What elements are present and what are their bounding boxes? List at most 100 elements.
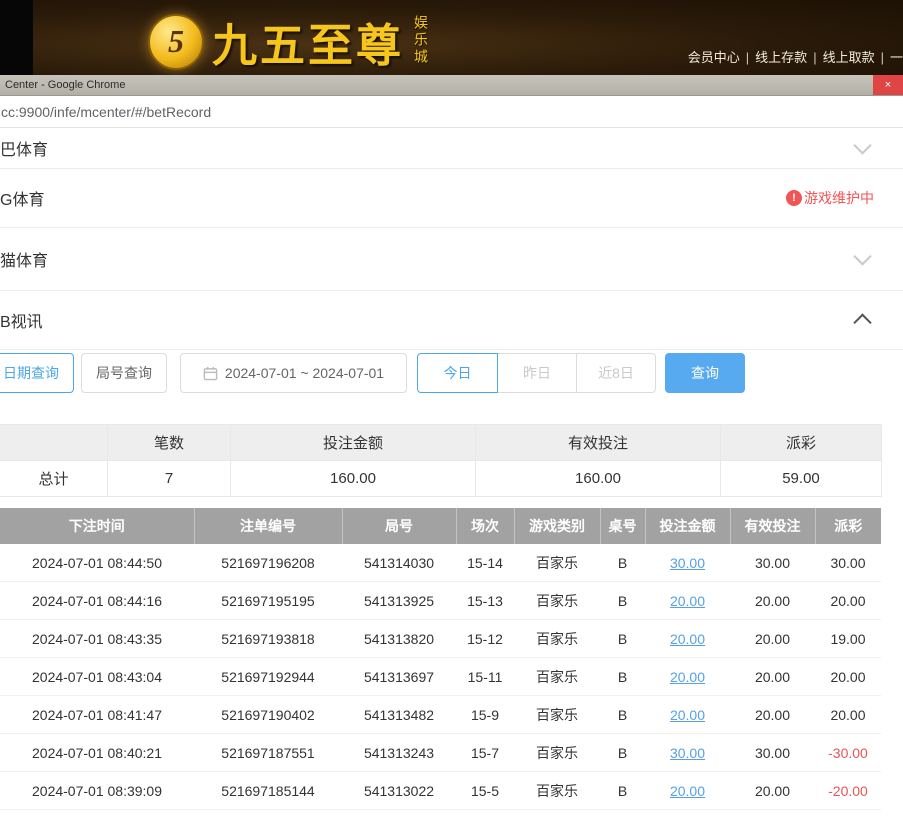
chevron-down-icon bbox=[853, 136, 871, 154]
payout-cell: -30.00 bbox=[815, 734, 881, 772]
bet-amount-cell: 30.00 bbox=[645, 544, 730, 582]
bet-amount-link[interactable]: 20.00 bbox=[670, 593, 705, 609]
date-range-value: 2024-07-01 ~ 2024-07-01 bbox=[225, 365, 384, 381]
maintenance-text: 游戏维护中 bbox=[804, 188, 874, 208]
accordion-item-panda-sport[interactable]: 猫体育 bbox=[0, 228, 903, 291]
bet-amount-cell: 20.00 bbox=[645, 772, 730, 810]
bet-amount-link[interactable]: 30.00 bbox=[670, 745, 705, 761]
bet-amount-link[interactable]: 20.00 bbox=[670, 669, 705, 685]
round-id-cell: 541313482 bbox=[342, 696, 456, 734]
table-row: 2024-07-01 08:44:16521697195195541313925… bbox=[0, 582, 881, 620]
site-logo: 5 九五至尊 娱乐城 bbox=[148, 9, 431, 74]
coin-digit: 5 bbox=[168, 23, 184, 60]
summary-header-row: 笔数 投注金额 有效投注 派彩 bbox=[0, 425, 882, 461]
game-type-cell: 百家乐 bbox=[514, 620, 600, 658]
accordion-item-b-live[interactable]: B视讯 bbox=[0, 291, 903, 350]
game-type-cell: 百家乐 bbox=[514, 544, 600, 582]
session-cell: 15-7 bbox=[456, 734, 514, 772]
table-row: 2024-07-01 08:41:47521697190402541313482… bbox=[0, 696, 881, 734]
session-cell: 15-11 bbox=[456, 658, 514, 696]
bet-time-cell: 2024-07-01 08:44:16 bbox=[0, 582, 194, 620]
session-cell: 15-9 bbox=[456, 696, 514, 734]
summary-payout: 59.00 bbox=[721, 461, 882, 497]
bet-amount-link[interactable]: 20.00 bbox=[670, 783, 705, 799]
bet-amount-link[interactable]: 30.00 bbox=[670, 555, 705, 571]
game-type-cell: 百家乐 bbox=[514, 772, 600, 810]
accordion-item-bg-sport[interactable]: G体育 ! 游戏维护中 bbox=[0, 169, 903, 228]
round-id-cell: 541313820 bbox=[342, 620, 456, 658]
window-titlebar: Center - Google Chrome bbox=[0, 75, 903, 96]
order-id-cell: 521697196208 bbox=[194, 544, 342, 582]
game-type-cell: 百家乐 bbox=[514, 696, 600, 734]
date-query-button[interactable]: 日期查询 bbox=[0, 353, 74, 393]
bet-time-cell: 2024-07-01 08:39:09 bbox=[0, 772, 194, 810]
header-game-type: 游戏类别 bbox=[514, 508, 600, 544]
bet-amount-cell: 20.00 bbox=[645, 696, 730, 734]
bet-amount-link[interactable]: 20.00 bbox=[670, 707, 705, 723]
valid-bet-cell: 20.00 bbox=[730, 582, 815, 620]
summary-total-label: 总计 bbox=[0, 461, 108, 497]
summary-bet-amount: 160.00 bbox=[231, 461, 476, 497]
date-range-picker[interactable]: 2024-07-01 ~ 2024-07-01 bbox=[180, 353, 407, 393]
exclamation-icon: ! bbox=[786, 190, 802, 206]
header-valid-bet: 有效投注 bbox=[730, 508, 815, 544]
round-query-button[interactable]: 局号查询 bbox=[81, 353, 167, 393]
nav-withdraw[interactable]: 线上取款 bbox=[823, 50, 875, 65]
payout-cell: 30.00 bbox=[815, 544, 881, 582]
nav-member-center[interactable]: 会员中心 bbox=[688, 50, 740, 65]
session-cell: 15-13 bbox=[456, 582, 514, 620]
bet-table-header-row: 下注时间 注单编号 局号 场次 游戏类别 桌号 投注金额 有效投注 派彩 bbox=[0, 508, 881, 544]
url-bar[interactable]: cc:9900/infe/mcenter/#/betRecord bbox=[0, 96, 903, 128]
round-id-cell: 541314030 bbox=[342, 544, 456, 582]
header-table-no: 桌号 bbox=[600, 508, 645, 544]
valid-bet-cell: 30.00 bbox=[730, 544, 815, 582]
summary-total-row: 总计 7 160.00 160.00 59.00 bbox=[0, 461, 882, 497]
bet-amount-cell: 20.00 bbox=[645, 620, 730, 658]
banner-left-strip bbox=[0, 0, 33, 75]
header-bet-time: 下注时间 bbox=[0, 508, 194, 544]
bet-amount-link[interactable]: 20.00 bbox=[670, 631, 705, 647]
chevron-up-icon bbox=[853, 313, 871, 331]
round-id-cell: 541313697 bbox=[342, 658, 456, 696]
order-id-cell: 521697187551 bbox=[194, 734, 342, 772]
summary-header-count: 笔数 bbox=[108, 425, 231, 461]
nav-one-key[interactable]: 一键 bbox=[890, 50, 903, 65]
bet-time-cell: 2024-07-01 08:44:50 bbox=[0, 544, 194, 582]
valid-bet-cell: 20.00 bbox=[730, 772, 815, 810]
order-id-cell: 521697193818 bbox=[194, 620, 342, 658]
yesterday-button[interactable]: 昨日 bbox=[497, 353, 577, 393]
accordion-item-saba-sport[interactable]: 巴体育 bbox=[0, 128, 903, 169]
bet-time-cell: 2024-07-01 08:43:04 bbox=[0, 658, 194, 696]
close-button[interactable] bbox=[873, 75, 903, 95]
table-no-cell: B bbox=[600, 696, 645, 734]
filter-bar: 日期查询 局号查询 2024-07-01 ~ 2024-07-01 今日 昨日 … bbox=[0, 350, 903, 424]
header-payout: 派彩 bbox=[815, 508, 881, 544]
game-type-cell: 百家乐 bbox=[514, 658, 600, 696]
calendar-icon bbox=[203, 366, 218, 381]
logo-main-text: 九五至尊 bbox=[212, 9, 404, 74]
payout-cell: 20.00 bbox=[815, 696, 881, 734]
site-banner: 5 九五至尊 娱乐城 会员中心|线上存款|线上取款|一键 bbox=[0, 0, 903, 75]
last-8-days-button[interactable]: 近8日 bbox=[576, 353, 656, 393]
bet-amount-cell: 30.00 bbox=[645, 734, 730, 772]
table-row: 2024-07-01 08:39:09521697185144541313022… bbox=[0, 772, 881, 810]
table-row: 2024-07-01 08:43:04521697192944541313697… bbox=[0, 658, 881, 696]
bet-record-table: 下注时间 注单编号 局号 场次 游戏类别 桌号 投注金额 有效投注 派彩 202… bbox=[0, 508, 881, 810]
payout-cell: 19.00 bbox=[815, 620, 881, 658]
accordion-label: B视讯 bbox=[0, 308, 43, 332]
table-no-cell: B bbox=[600, 582, 645, 620]
nav-deposit[interactable]: 线上存款 bbox=[755, 50, 807, 65]
search-button[interactable]: 查询 bbox=[665, 353, 745, 393]
today-button[interactable]: 今日 bbox=[417, 353, 498, 393]
valid-bet-cell: 30.00 bbox=[730, 734, 815, 772]
nav-separator: | bbox=[881, 50, 884, 65]
round-id-cell: 541313022 bbox=[342, 772, 456, 810]
table-no-cell: B bbox=[600, 772, 645, 810]
summary-header-valid-bet: 有效投注 bbox=[476, 425, 721, 461]
payout-cell: 20.00 bbox=[815, 582, 881, 620]
top-nav: 会员中心|线上存款|线上取款|一键 bbox=[688, 47, 903, 66]
valid-bet-cell: 20.00 bbox=[730, 620, 815, 658]
summary-valid-bet: 160.00 bbox=[476, 461, 721, 497]
table-no-cell: B bbox=[600, 544, 645, 582]
header-order-id: 注单编号 bbox=[194, 508, 342, 544]
